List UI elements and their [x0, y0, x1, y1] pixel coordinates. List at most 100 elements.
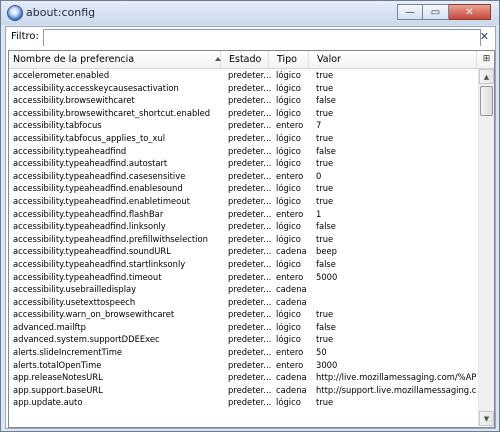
preference-name: accessibility.tabfocus_applies_to_xul — [13, 132, 166, 143]
preference-type: cadena — [276, 296, 307, 307]
preference-type: lógico — [276, 233, 301, 244]
preference-status: predeter... — [228, 309, 272, 320]
preference-type: lógico — [276, 397, 301, 408]
preference-row[interactable]: accessibility.browsewithcaret_shortcut.e… — [9, 107, 477, 120]
preference-row[interactable]: accessibility.typeaheadfind.prefillwiths… — [9, 233, 477, 246]
preference-row[interactable]: app.support.baseURL predeter... cadena http… — [9, 384, 477, 397]
preference-row[interactable]: alerts.slideIncrementTime predeter... ente… — [9, 346, 477, 359]
preference-value: beep — [316, 246, 337, 257]
vertical-scrollbar[interactable]: ▲ ▼ — [478, 69, 494, 426]
preference-row[interactable]: accessibility.usebrailledisplay predeter.… — [9, 283, 477, 296]
scroll-down-button[interactable]: ▼ — [479, 411, 494, 426]
preferences-tree[interactable]: Nombre de la preferencia Estado Tipo Val… — [8, 50, 495, 428]
preference-row[interactable]: advanced.mailftp predeter... lógico false — [9, 321, 477, 334]
preference-value: true — [316, 82, 334, 93]
preference-status: predeter... — [228, 158, 272, 169]
preference-status: predeter... — [228, 321, 272, 332]
preference-value: true — [316, 107, 334, 118]
sort-ascending-icon — [215, 57, 221, 61]
preference-value: false — [316, 95, 336, 106]
preference-type: cadena — [276, 246, 307, 257]
preference-type: lógico — [276, 221, 301, 232]
preference-row[interactable]: accessibility.typeaheadfind.flashBar pred… — [9, 208, 477, 221]
preference-row[interactable]: accessibility.warn_on_browsewithcaret pre… — [9, 308, 477, 321]
preference-status: predeter... — [228, 82, 272, 93]
close-button[interactable]: ✕ — [449, 4, 491, 20]
preference-row[interactable]: accessibility.typeaheadfind predeter... ló… — [9, 145, 477, 158]
preference-status: predeter... — [228, 170, 272, 181]
preference-row[interactable]: app.update.auto predeter... lógico true — [9, 396, 477, 409]
preference-type: lógico — [276, 107, 301, 118]
preference-name: accelerometer.enabled — [13, 70, 110, 80]
preference-row[interactable]: app.releaseNotesURL predeter... cadena http… — [9, 371, 477, 384]
client-area: Filtro: ✕ Nombre de la preferencia Estad… — [5, 26, 496, 429]
maximize-button[interactable]: ▭ — [423, 4, 449, 20]
filter-input-box[interactable] — [43, 29, 481, 50]
preference-name: accessibility.typeaheadfind.autostart — [13, 158, 168, 169]
preference-row[interactable]: accessibility.typeaheadfind.enablesound p… — [9, 182, 477, 195]
preference-row[interactable]: accessibility.typeaheadfind.linksonly pre… — [9, 220, 477, 233]
scroll-up-button[interactable]: ▲ — [479, 69, 494, 84]
preference-type: entero — [276, 120, 304, 131]
preference-name: accessibility.typeaheadfind.enablesound — [13, 183, 183, 194]
preference-status: predeter... — [228, 70, 272, 80]
preference-value: http://support.live.mozillamessaging.co.… — [316, 384, 476, 395]
preference-status: predeter... — [228, 258, 272, 269]
column-picker-icon[interactable]: ⊞ — [479, 51, 494, 68]
preference-value: true — [316, 334, 334, 345]
preference-name: app.releaseNotesURL — [13, 372, 103, 383]
preference-name: advanced.mailftp — [13, 321, 86, 332]
preference-name: app.support.baseURL — [13, 384, 103, 395]
preference-status: predeter... — [228, 359, 272, 370]
minimize-button[interactable]: — — [397, 4, 423, 20]
preference-name: accessibility.typeaheadfind.prefillwiths… — [13, 233, 208, 244]
preference-value: true — [316, 70, 334, 80]
preference-status: predeter... — [228, 208, 272, 219]
preference-row[interactable]: accessibility.typeaheadfind.soundURL pred… — [9, 245, 477, 258]
preference-row[interactable]: accessibility.tabfocus predeter... entero 7 — [9, 119, 477, 132]
preference-status: predeter... — [228, 107, 272, 118]
preference-type: entero — [276, 208, 304, 219]
preference-type: entero — [276, 347, 304, 358]
preference-row[interactable]: advanced.system.supportDDEExec predeter..… — [9, 333, 477, 346]
preference-row[interactable]: accessibility.accesskeycausesactivation p… — [9, 82, 477, 95]
preference-status: predeter... — [228, 347, 272, 358]
preference-row[interactable]: accessibility.typeaheadfind.casesensitiv… — [9, 170, 477, 183]
preference-row[interactable]: accessibility.typeaheadfind.timeout prede… — [9, 271, 477, 284]
preference-status: predeter... — [228, 183, 272, 194]
column-header-value[interactable]: Valor — [313, 51, 477, 68]
preference-row[interactable]: accessibility.usetexttospeech predeter...… — [9, 296, 477, 309]
preference-row[interactable]: accelerometer.enabled predeter... lógico tr… — [9, 69, 477, 82]
preference-status: predeter... — [228, 221, 272, 232]
preference-name: accessibility.usetexttospeech — [13, 296, 136, 307]
column-header-name[interactable]: Nombre de la preferencia — [9, 51, 221, 68]
column-header-status[interactable]: Estado — [225, 51, 269, 68]
preference-name: accessibility.accesskeycausesactivation — [13, 82, 179, 93]
preference-type: cadena — [276, 372, 307, 383]
title-bar[interactable]: about:config — ▭ ✕ — [1, 1, 499, 25]
preference-status: predeter... — [228, 334, 272, 345]
column-header-type[interactable]: Tipo — [273, 51, 309, 68]
clear-filter-icon[interactable]: ✕ — [480, 30, 489, 43]
preference-type: cadena — [276, 384, 307, 395]
preference-value: 0 — [316, 170, 322, 181]
preference-row[interactable]: accessibility.typeaheadfind.enabletimeou… — [9, 195, 477, 208]
tree-header: Nombre de la preferencia Estado Tipo Val… — [9, 51, 494, 69]
preference-row[interactable]: accessibility.typeaheadfind.startlinkson… — [9, 258, 477, 271]
preference-row[interactable]: accessibility.browsewithcaret predeter...… — [9, 94, 477, 107]
preference-type: lógico — [276, 95, 301, 106]
preference-name: accessibility.browsewithcaret — [13, 95, 135, 106]
preference-row[interactable]: accessibility.typeaheadfind.autostart pre… — [9, 157, 477, 170]
filter-input[interactable] — [44, 35, 480, 50]
preference-status: predeter... — [228, 120, 272, 131]
preference-value: false — [316, 321, 336, 332]
preference-value: false — [316, 221, 336, 232]
preference-status: predeter... — [228, 233, 272, 244]
preference-status: predeter... — [228, 95, 272, 106]
scroll-thumb[interactable] — [480, 86, 493, 116]
preference-row[interactable]: alerts.totalOpenTime predeter... entero 300… — [9, 359, 477, 372]
preference-type: lógico — [276, 334, 301, 345]
preference-type: lógico — [276, 70, 301, 80]
preference-row[interactable]: accessibility.tabfocus_applies_to_xul pre… — [9, 132, 477, 145]
preference-type: cadena — [276, 284, 307, 295]
